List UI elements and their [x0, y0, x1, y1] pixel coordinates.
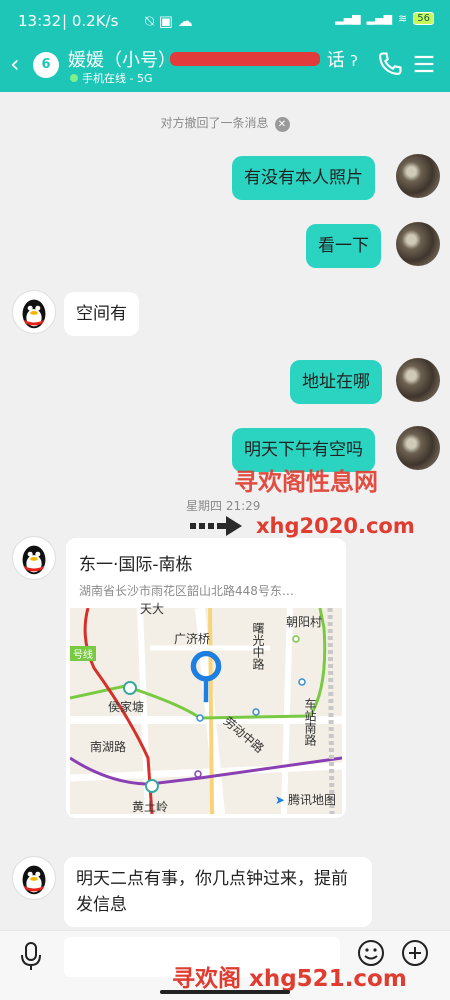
status-right: ▂▄▆ ▂▄▆ ≋ 56: [335, 12, 434, 25]
mic-icon[interactable]: [18, 941, 44, 971]
ear-icon: ʔ: [350, 54, 358, 70]
qq-penguin-icon: [22, 545, 46, 575]
network-speed: | 0.2K/s: [62, 12, 119, 30]
my-avatar[interactable]: [396, 426, 440, 470]
message-bubble-mine[interactable]: 有没有本人照片: [232, 156, 375, 200]
time-separator: 星期四 21:29: [186, 499, 261, 513]
unread-badge: 6: [33, 52, 59, 78]
map-preview[interactable]: 天大 广济桥 朝阳村 号线 曙光中路 侯家塘 车站南路 劳动中路 南湖路 黄土岭…: [70, 602, 342, 814]
close-icon[interactable]: ✕: [274, 117, 290, 132]
message-bubble-theirs[interactable]: 明天二点有事，你几点钟过来，提前发信息: [64, 857, 372, 927]
online-status: 手机在线 - 5G: [70, 70, 153, 86]
notification-icons: ⍉ ▣ ☁: [145, 12, 193, 30]
compass-icon: ➤: [274, 792, 285, 807]
arrow-icon: [190, 516, 242, 536]
menu-icon[interactable]: [410, 50, 438, 78]
message-bubble-mine[interactable]: 地址在哪: [290, 360, 382, 404]
online-dot-icon: [70, 74, 78, 82]
message-bubble-theirs[interactable]: 空间有: [64, 292, 139, 336]
chat-header: 13:32 | 0.2K/s ⍉ ▣ ☁ ▂▄▆ ▂▄▆ ≋ 56 ‹ 6 媛媛…: [0, 0, 450, 92]
recall-notice: 对方撤回了一条消息 ✕: [0, 114, 450, 132]
map-label-shuguang: 曙光中路: [251, 622, 265, 670]
map-label-chezhan: 车站南路: [303, 698, 317, 746]
map-label-houjiatang: 侯家塘: [108, 700, 145, 714]
battery-icon: 56: [413, 12, 434, 25]
contact-avatar[interactable]: [12, 856, 56, 900]
map-label-guangji: 广济桥: [174, 632, 211, 646]
contact-avatar[interactable]: [12, 536, 56, 580]
map-label-linetag: 号线: [70, 646, 96, 661]
qq-penguin-icon: [22, 865, 46, 895]
location-address: 湖南省长沙市雨花区韶山北路448号东…: [79, 584, 294, 598]
my-avatar[interactable]: [396, 154, 440, 198]
message-bubble-mine[interactable]: 看一下: [306, 224, 381, 268]
qq-penguin-icon: [22, 299, 46, 329]
contact-avatar[interactable]: [12, 290, 56, 334]
phone-icon[interactable]: [376, 50, 404, 78]
map-label-chaoyang: 朝阳村: [286, 615, 323, 629]
watermark-footer: 寻欢阁 xhg521.com: [172, 966, 407, 992]
signal-icon: ▂▄▆: [335, 12, 361, 25]
redaction-mark: [170, 52, 320, 66]
watermark-text: 寻欢阁性息网: [234, 468, 378, 496]
contact-name: 媛媛（小号）: [68, 50, 176, 71]
wifi-icon: ≋: [398, 12, 408, 25]
signal2-icon: ▂▄▆: [366, 12, 393, 25]
status-bar: 13:32 | 0.2K/s ⍉ ▣ ☁ ▂▄▆ ▂▄▆ ≋ 56: [0, 0, 450, 40]
location-card[interactable]: 东一·国际-南栋 湖南省长沙市雨花区韶山北路448号东… 天大 广济桥 朝阳村 …: [66, 538, 346, 818]
map-label-huangtuling: 黄土岭: [132, 800, 169, 814]
back-icon[interactable]: ‹: [10, 50, 30, 78]
my-avatar[interactable]: [396, 222, 440, 266]
map-label-nanhulu: 南湖路: [90, 740, 127, 754]
contact-name-tail: 话: [326, 50, 345, 71]
my-avatar[interactable]: [396, 358, 440, 402]
location-title: 东一·国际-南栋: [79, 555, 193, 575]
status-time: 13:32: [18, 12, 62, 30]
home-indicator[interactable]: [160, 990, 290, 994]
map-brand: ➤ 腾讯地图: [274, 792, 336, 808]
watermark-url: xhg2020.com: [256, 514, 415, 538]
map-pin-icon: [190, 650, 222, 703]
map-label-top: 天大: [140, 602, 165, 616]
nav-bar: ‹ 6 媛媛（小号） 话 ʔ 手机在线 - 5G: [0, 40, 450, 92]
